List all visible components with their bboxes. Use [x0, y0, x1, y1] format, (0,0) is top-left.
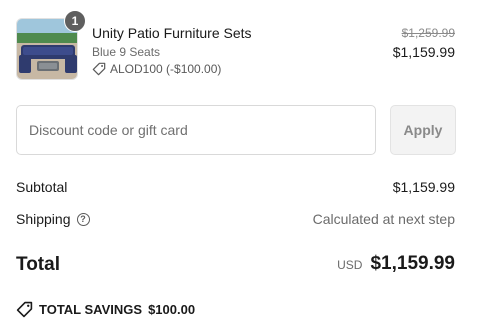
- product-title: Unity Patio Furniture Sets: [92, 25, 252, 41]
- total-value: USD $1,159.99: [337, 253, 455, 275]
- subtotal-value: $1,159.99: [392, 179, 455, 195]
- total-amount: $1,159.99: [370, 253, 455, 274]
- total-label: Total: [16, 254, 60, 275]
- savings-tag-icon: [16, 301, 33, 318]
- discount-code-input[interactable]: [16, 105, 376, 155]
- currency-code: USD: [337, 258, 363, 272]
- shipping-value: Calculated at next step: [312, 211, 455, 227]
- shipping-row-label: Shipping ?: [16, 211, 90, 227]
- total-savings: TOTAL SAVINGS $100.00: [16, 301, 195, 318]
- product-discount-code: ALOD100 (-$100.00): [110, 62, 222, 76]
- shipping-label: Shipping: [16, 211, 71, 227]
- savings-value: $100.00: [148, 302, 196, 317]
- order-summary: 1 Unity Patio Furniture Sets Blue 9 Seat…: [0, 0, 500, 324]
- apply-button[interactable]: Apply: [390, 105, 456, 155]
- subtotal-label: Subtotal: [16, 179, 68, 195]
- product-discount: ALOD100 (-$100.00): [92, 62, 221, 76]
- product-thumbnail-wrapper: 1: [16, 10, 86, 80]
- product-price: $1,159.99: [392, 44, 455, 60]
- product-variant: Blue 9 Seats: [92, 45, 161, 59]
- quantity-badge: 1: [64, 10, 86, 32]
- tag-icon: [92, 62, 106, 76]
- product-original-price: $1,259.99: [401, 26, 455, 40]
- question-circle-icon[interactable]: ?: [76, 212, 90, 226]
- savings-label: TOTAL SAVINGS: [39, 302, 143, 317]
